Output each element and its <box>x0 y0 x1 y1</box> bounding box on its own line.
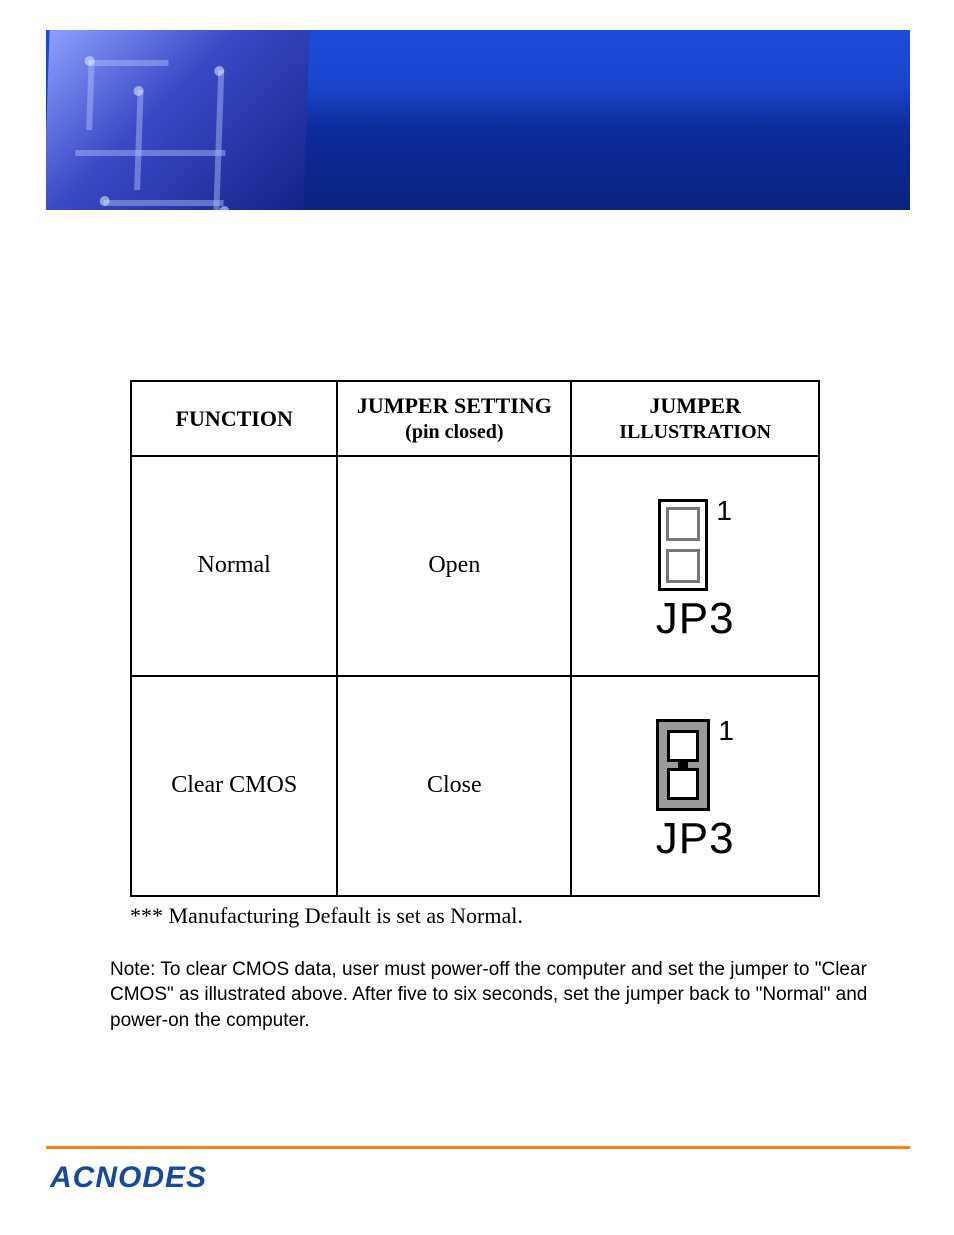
pin1-label: 1 <box>718 717 734 745</box>
col-illus-header: JUMPER <box>649 393 741 418</box>
jumper-name: JP3 <box>656 817 735 861</box>
col-setting-header: JUMPER SETTING <box>357 393 552 418</box>
jumper-table: FUNCTION JUMPER SETTING (pin closed) JUM… <box>130 380 820 897</box>
jumper-closed-icon <box>656 719 710 811</box>
cell-illustration: 1 JP3 <box>571 456 819 676</box>
table-row: Normal Open 1 JP3 <box>131 456 819 676</box>
brand-logo: ACNODES <box>50 1161 207 1195</box>
col-function-header: FUNCTION <box>176 406 293 431</box>
col-illus-subheader: ILLUSTRATION <box>578 420 812 445</box>
footer-rule <box>46 1146 910 1149</box>
cell-setting: Open <box>337 456 571 676</box>
pin1-label: 1 <box>716 497 732 525</box>
cell-function: Clear CMOS <box>131 676 337 896</box>
cmos-note: Note: To clear CMOS data, user must powe… <box>110 957 870 1034</box>
cell-setting: Close <box>337 676 571 896</box>
pcb-image <box>46 30 310 210</box>
jumper-name: JP3 <box>656 597 735 641</box>
default-note: *** Manufacturing Default is set as Norm… <box>130 903 840 929</box>
cell-illustration: 1 JP3 <box>571 676 819 896</box>
jumper-open-icon <box>658 499 708 591</box>
cell-function: Normal <box>131 456 337 676</box>
col-setting-subheader: (pin closed) <box>344 420 564 445</box>
header-banner <box>46 30 910 210</box>
table-row: Clear CMOS Close 1 <box>131 676 819 896</box>
